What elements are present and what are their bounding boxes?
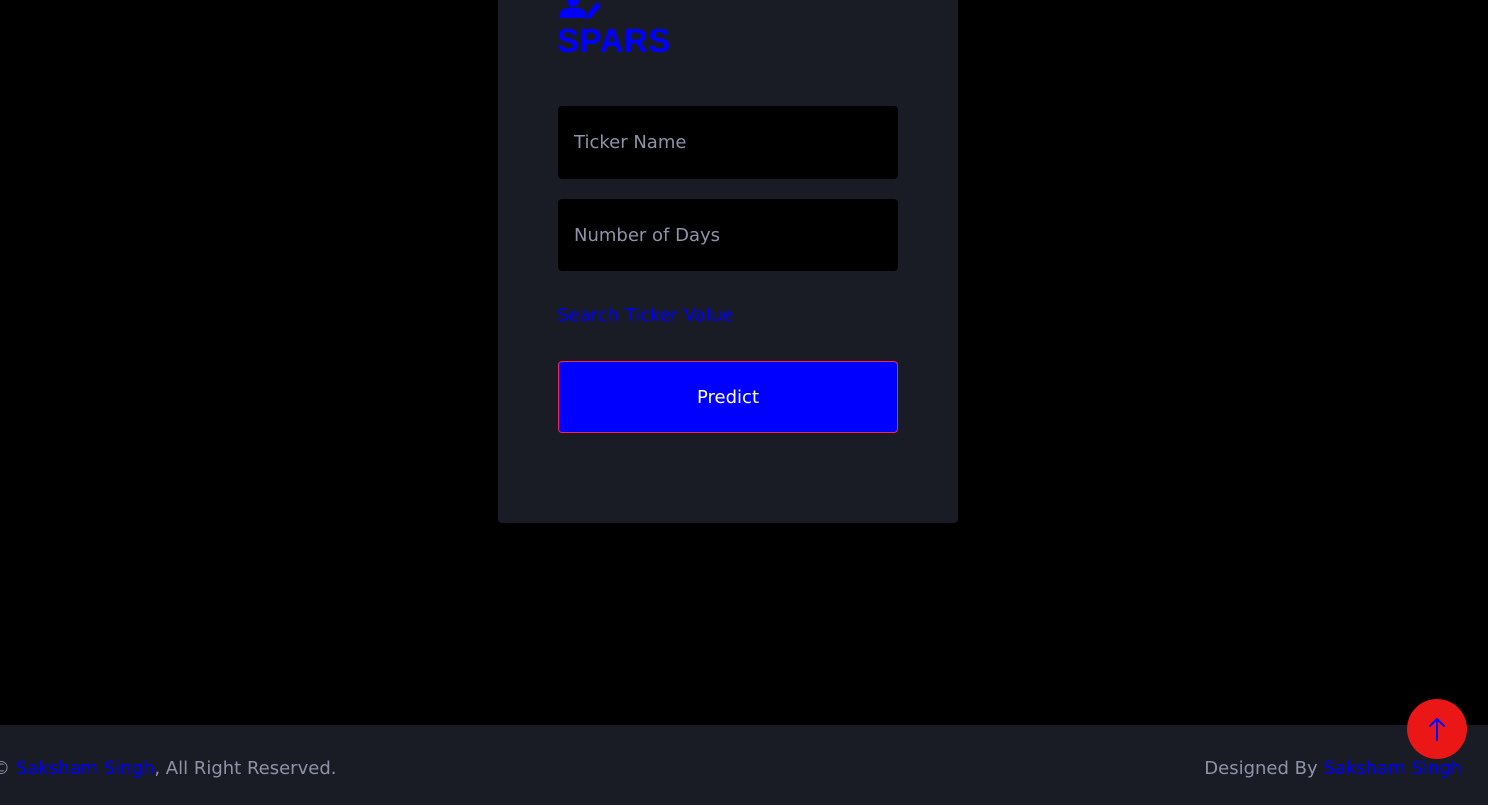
designed-by: Designed By Saksham Singh <box>1204 757 1462 781</box>
copyright-suffix: , All Right Reserved. <box>154 758 337 779</box>
number-of-days-input[interactable] <box>558 199 898 271</box>
designed-by-prefix: Designed By <box>1204 758 1318 779</box>
back-to-top-button[interactable] <box>1407 699 1467 759</box>
predict-button[interactable]: Predict <box>558 361 898 433</box>
brand-name: SPARS <box>557 22 671 59</box>
ticker-name-input[interactable] <box>558 106 898 179</box>
footer: © Saksham Singh, All Right Reserved. Des… <box>0 725 1488 805</box>
arrow-up-icon <box>1429 718 1445 741</box>
search-ticker-link[interactable]: Search Ticker Value <box>557 304 733 328</box>
prediction-card: SPARS Search Ticker Value Predict <box>498 0 958 523</box>
user-edit-icon <box>559 0 601 19</box>
copyright-symbol: © <box>0 758 10 779</box>
designer-link[interactable]: Saksham Singh <box>1323 758 1462 779</box>
page: SPARS Search Ticker Value Predict © Saks… <box>0 0 1488 805</box>
copyright: © Saksham Singh, All Right Reserved. <box>0 757 336 781</box>
copyright-author-link[interactable]: Saksham Singh <box>16 758 155 779</box>
